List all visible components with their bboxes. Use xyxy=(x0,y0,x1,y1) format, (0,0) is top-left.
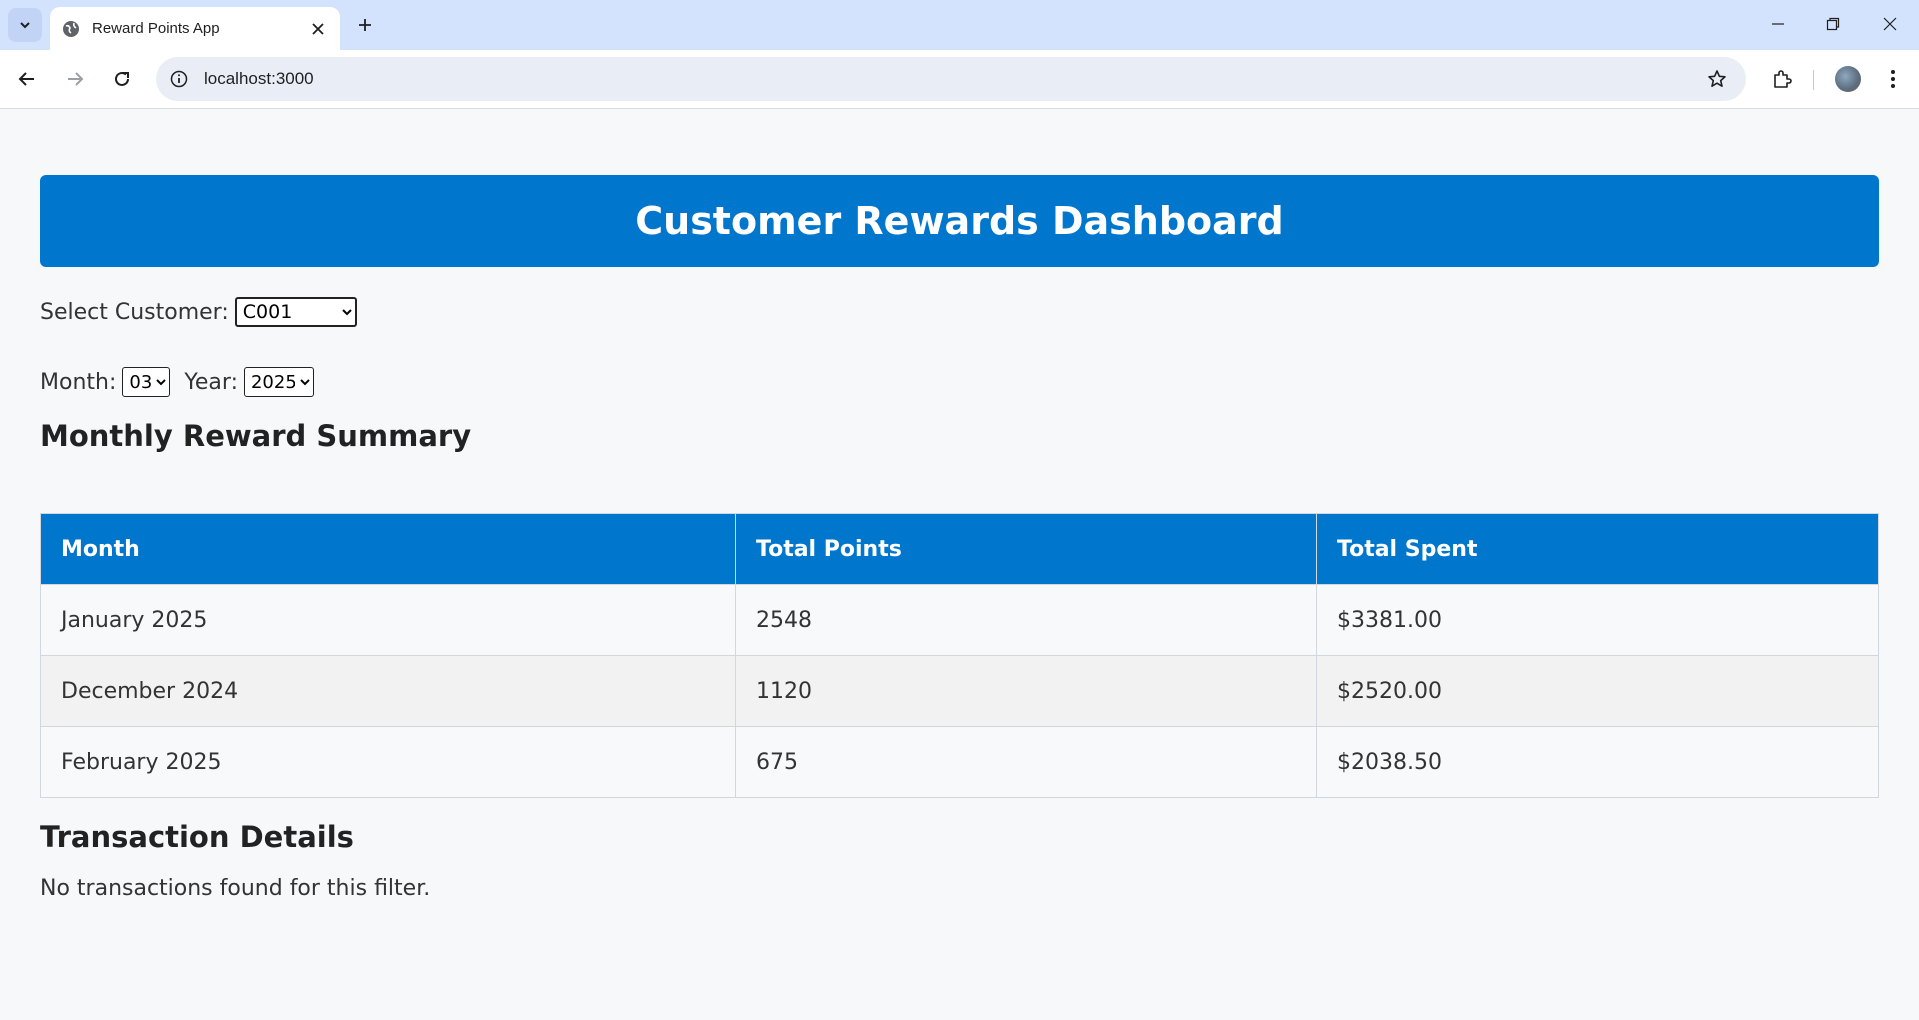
column-header-month: Month xyxy=(40,513,736,585)
customer-select[interactable]: C001 xyxy=(234,297,357,327)
cell-total-points: 2548 xyxy=(735,584,1317,656)
globe-icon xyxy=(62,20,80,38)
info-icon[interactable] xyxy=(168,68,190,90)
page-content: Customer Rewards Dashboard Select Custom… xyxy=(0,109,1919,901)
reward-summary-table: Month Total Points Total Spent January 2… xyxy=(40,513,1879,798)
cell-total-spent: $2038.50 xyxy=(1316,726,1879,798)
tab-title: Reward Points App xyxy=(92,20,220,37)
column-header-total-points: Total Points xyxy=(735,513,1317,585)
cell-total-spent: $2520.00 xyxy=(1316,655,1879,727)
year-select[interactable]: 2025 xyxy=(243,367,314,397)
url-text[interactable]: localhost:3000 xyxy=(204,69,1702,89)
customer-filter: Select Customer: C001 xyxy=(40,297,1879,327)
date-filter: Month: 03 Year: 2025 xyxy=(40,367,1879,397)
back-button[interactable] xyxy=(10,62,44,96)
dashboard-header: Customer Rewards Dashboard xyxy=(40,175,1879,267)
restore-button[interactable] xyxy=(1815,8,1851,40)
close-icon xyxy=(1883,17,1897,31)
cell-total-points: 675 xyxy=(735,726,1317,798)
browser-tab-strip: Reward Points App xyxy=(0,0,1919,50)
reload-icon xyxy=(115,71,129,86)
minimize-button[interactable] xyxy=(1760,8,1796,40)
puzzle-icon xyxy=(1774,70,1792,88)
restore-icon xyxy=(1826,17,1840,31)
cell-month: January 2025 xyxy=(40,584,736,656)
browser-tab-active[interactable]: Reward Points App xyxy=(50,7,340,50)
arrow-left-icon xyxy=(18,72,34,86)
table-header-row: Month Total Points Total Spent xyxy=(40,513,1879,585)
browser-toolbar: localhost:3000 xyxy=(0,50,1919,109)
column-header-total-spent: Total Spent xyxy=(1316,513,1879,585)
new-tab-button[interactable] xyxy=(350,10,380,40)
table-row: February 2025 675 $2038.50 xyxy=(40,726,1879,798)
cell-total-spent: $3381.00 xyxy=(1316,584,1879,656)
menu-button[interactable] xyxy=(1876,62,1910,96)
forward-button[interactable] xyxy=(58,62,92,96)
close-icon[interactable] xyxy=(304,15,332,43)
month-select[interactable]: 03 xyxy=(122,367,171,397)
table-row: January 2025 2548 $3381.00 xyxy=(40,584,1879,656)
arrow-right-icon xyxy=(68,72,84,86)
close-window-button[interactable] xyxy=(1872,8,1908,40)
toolbar-divider xyxy=(1813,70,1814,90)
address-bar[interactable]: localhost:3000 xyxy=(156,57,1746,101)
more-vertical-icon xyxy=(1891,70,1895,88)
star-icon[interactable] xyxy=(1702,64,1732,94)
profile-button[interactable] xyxy=(1831,62,1865,96)
reload-button[interactable] xyxy=(105,62,139,96)
table-row: December 2024 1120 $2520.00 xyxy=(40,655,1879,727)
avatar xyxy=(1835,66,1861,92)
extensions-button[interactable] xyxy=(1765,62,1799,96)
plus-icon xyxy=(359,19,371,31)
cell-total-points: 1120 xyxy=(735,655,1317,727)
page-title: Customer Rewards Dashboard xyxy=(635,199,1284,243)
year-label: Year: xyxy=(184,369,238,395)
month-label: Month: xyxy=(40,369,117,395)
summary-title: Monthly Reward Summary xyxy=(40,419,472,453)
customer-label: Select Customer: xyxy=(40,299,229,325)
transactions-title: Transaction Details xyxy=(40,820,354,854)
cell-month: February 2025 xyxy=(40,726,736,798)
chevron-down-icon xyxy=(20,22,30,29)
cell-month: December 2024 xyxy=(40,655,736,727)
tab-search-button[interactable] xyxy=(8,8,42,42)
empty-state-message: No transactions found for this filter. xyxy=(40,876,431,901)
minimize-icon xyxy=(1772,23,1784,25)
